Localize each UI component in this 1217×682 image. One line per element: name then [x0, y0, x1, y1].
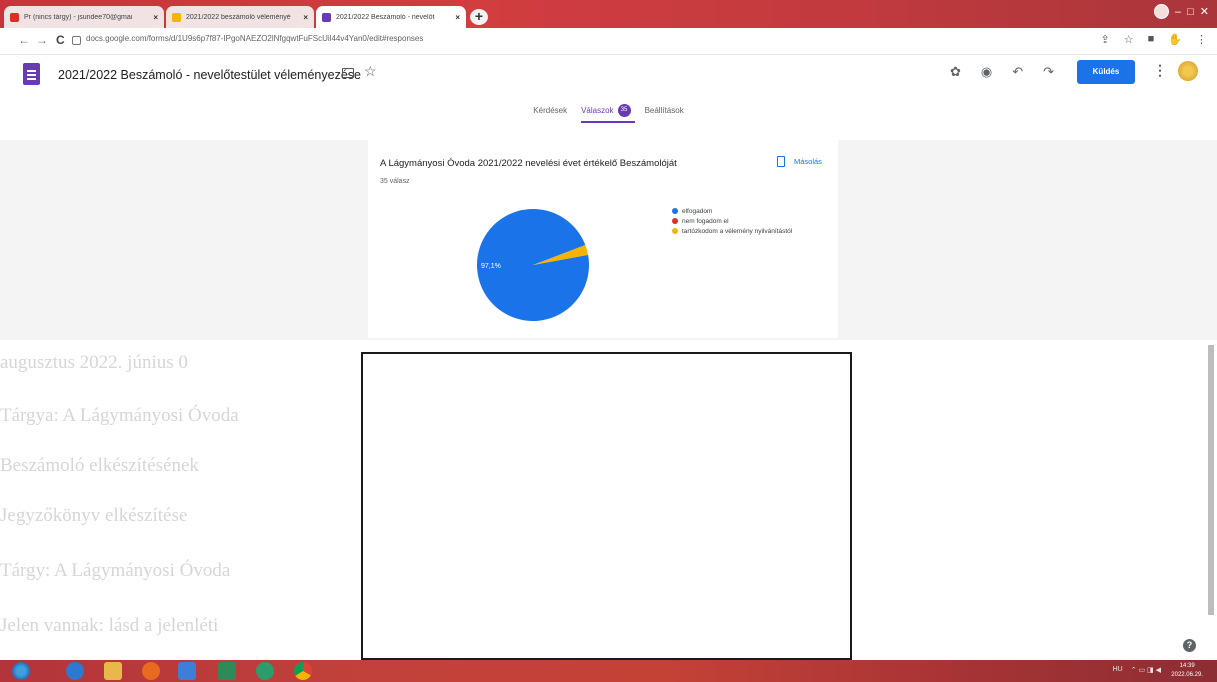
response-count: 35 válasz	[380, 178, 410, 185]
legend-swatch	[672, 228, 678, 234]
legend-swatch	[672, 208, 678, 214]
address-bar-actions: ⇪ ☆ ■ ✋ ⋮	[1101, 33, 1207, 46]
form-tabs: Kérdések Válaszok 35 Beállítások	[0, 100, 1217, 123]
preview-eye-icon[interactable]: ◉	[981, 64, 992, 80]
bookmark-star-icon[interactable]: ☆	[1124, 33, 1134, 46]
chrome-icon[interactable]	[294, 662, 312, 680]
background-line: augusztus 2022. június 0	[0, 352, 188, 373]
question-card: A Lágymányosi Óvoda 2021/2022 nevelési é…	[368, 138, 838, 338]
close-window-icon[interactable]: ✕	[1200, 5, 1209, 18]
legend-item: nem fogadom el	[672, 216, 792, 226]
undo-icon[interactable]: ↶	[1012, 64, 1023, 80]
forms-icon	[322, 12, 331, 22]
extension-icon[interactable]: ✋	[1168, 33, 1182, 46]
file-explorer-icon[interactable]	[104, 662, 122, 680]
background-line: Tárgya: A Lágymányosi Óvoda	[0, 405, 239, 426]
background-line: Tárgy: A Lágymányosi Óvoda	[0, 560, 231, 581]
start-button-icon[interactable]	[12, 662, 30, 680]
copy-icon[interactable]	[777, 156, 785, 167]
copy-button[interactable]: Másolás	[794, 157, 822, 166]
maximize-icon[interactable]: □	[1187, 6, 1194, 18]
tab-label: Kérdések	[533, 105, 568, 115]
profile-icon[interactable]	[1154, 4, 1169, 19]
url-field[interactable]: docs.google.com/forms/d/1U9s6p7f87-IPgoN…	[86, 34, 423, 43]
language-indicator[interactable]: HU	[1113, 666, 1123, 674]
tab-label: Beállítások	[644, 105, 684, 115]
chart-legend: elfogadom nem fogadom el tartózkodom a vél…	[672, 206, 792, 236]
tab-search-icon[interactable]: ■	[1148, 33, 1155, 46]
tab-label: Válaszok	[581, 105, 614, 115]
legend-label: nem fogadom el	[682, 217, 729, 225]
more-options-icon[interactable]: ⋮	[1153, 62, 1167, 79]
system-tray: HU ⌃ ▭ ◨ ◀	[1113, 666, 1161, 674]
scrollbar[interactable]	[1208, 345, 1214, 615]
close-tab-icon[interactable]: ×	[455, 13, 460, 22]
browser-tab-forms[interactable]: 2021/2022 Beszámoló - nevelőt ×	[316, 6, 466, 28]
question-title: A Lágymányosi Óvoda 2021/2022 nevelési é…	[380, 158, 677, 169]
firefox-icon[interactable]	[142, 662, 160, 680]
lock-icon	[72, 36, 81, 45]
drive-icon	[172, 12, 181, 22]
background-line: Jegyzőkönyv elkészítése	[0, 505, 188, 526]
send-button[interactable]: Küldés	[1077, 60, 1135, 84]
gmail-icon	[10, 12, 19, 22]
tray-icons[interactable]: ⌃ ▭ ◨ ◀	[1131, 666, 1161, 674]
minimize-icon[interactable]: –	[1175, 6, 1181, 18]
address-bar: ← → C docs.google.com/forms/d/1U9s6p7f87…	[0, 28, 1217, 55]
legend-label: elfogadom	[682, 207, 713, 215]
app-icon[interactable]	[256, 662, 274, 680]
palette-icon[interactable]: ✿	[950, 64, 961, 80]
tab-questions[interactable]: Kérdések	[533, 100, 567, 120]
help-icon[interactable]: ?	[1183, 639, 1196, 652]
legend-item: tartózkodom a vélemény nyilvánítástól	[672, 226, 792, 236]
taskbar: HU ⌃ ▭ ◨ ◀ 14:39 2022.06.29.	[0, 660, 1217, 682]
browser-tab-gmail[interactable]: Pr (nincs tárgy) - jsundee70@gmai ×	[4, 6, 164, 28]
pie-chart: 97,1%	[477, 209, 589, 322]
legend-swatch	[672, 218, 678, 224]
background-line: Beszámoló elkészítésének	[0, 455, 199, 476]
word-icon[interactable]	[178, 662, 196, 680]
new-tab-button[interactable]: +	[470, 9, 488, 25]
legend-label: tartózkodom a vélemény nyilvánítástól	[682, 227, 793, 235]
star-icon[interactable]: ☆	[364, 63, 377, 80]
tab-settings[interactable]: Beállítások	[645, 100, 684, 120]
close-tab-icon[interactable]: ×	[303, 13, 308, 22]
clock-time: 14:39	[1179, 663, 1195, 669]
clock[interactable]: 14:39 2022.06.29.	[1171, 662, 1203, 680]
reload-icon[interactable]: C	[56, 33, 65, 47]
pie-data-label: 97,1%	[481, 263, 501, 270]
share-icon[interactable]: ⇪	[1101, 33, 1110, 46]
avatar[interactable]	[1178, 61, 1198, 81]
tab-responses[interactable]: Válaszok 35	[581, 100, 636, 123]
tab-title: 2021/2022 beszámoló véleményé	[186, 13, 291, 21]
browser-tab-drive[interactable]: 2021/2022 beszámoló véleményé ×	[166, 6, 314, 28]
tab-title: Pr (nincs tárgy) - jsundee70@gmai	[24, 13, 133, 21]
folder-icon[interactable]	[342, 68, 354, 78]
response-count-badge: 35	[617, 103, 631, 117]
forms-header: 2021/2022 Beszámoló - nevelőtestület vél…	[0, 55, 1217, 105]
menu-icon[interactable]: ⋮	[1196, 33, 1207, 46]
close-tab-icon[interactable]: ×	[153, 13, 158, 22]
header-tools: ✿ ◉ ↶ ↷	[950, 64, 1054, 80]
back-icon[interactable]: ←	[18, 33, 30, 47]
forward-icon[interactable]: →	[36, 33, 48, 47]
browser-tab-bar: Pr (nincs tárgy) - jsundee70@gmai × 2021…	[0, 0, 1217, 28]
tab-title: 2021/2022 Beszámoló - nevelőt	[336, 13, 435, 21]
blank-overlay-box	[361, 352, 852, 660]
google-forms-logo-icon[interactable]	[23, 63, 40, 85]
form-title[interactable]: 2021/2022 Beszámoló - nevelőtestület vél…	[58, 68, 361, 82]
excel-icon[interactable]	[218, 662, 236, 680]
edge-icon[interactable]	[66, 662, 84, 680]
redo-icon[interactable]: ↷	[1043, 64, 1054, 80]
clock-date: 2022.06.29.	[1171, 672, 1203, 678]
window-controls: – □ ✕	[1154, 4, 1209, 19]
legend-item: elfogadom	[672, 206, 792, 216]
background-line: Jelen vannak: lásd a jelenléti	[0, 615, 219, 636]
